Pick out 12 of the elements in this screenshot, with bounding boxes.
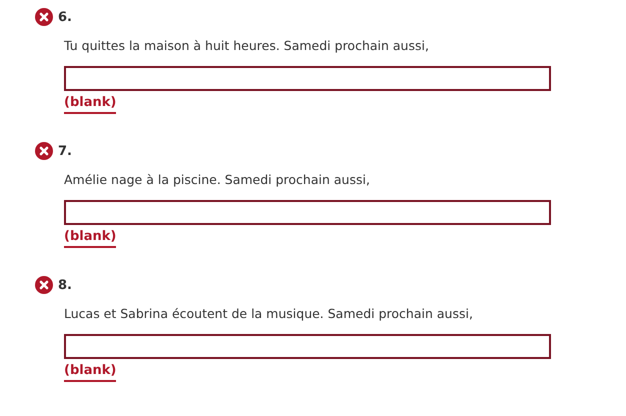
answer-field[interactable] (64, 66, 551, 91)
question-text: Amélie nage à la piscine. Samedi prochain aussi, (64, 171, 371, 189)
answer-feedback: (blank) (64, 95, 116, 114)
question-text: Lucas et Sabrina écoutent de la musique. Samedi prochain aussi, (64, 305, 474, 323)
answer-field[interactable] (64, 200, 551, 225)
answer-feedback: (blank) (64, 229, 116, 248)
question-text: Tu quittes la maison à huit heures. Samedi prochain aussi, (64, 37, 430, 55)
question-number: 6. (58, 10, 72, 24)
answer-field[interactable] (64, 334, 551, 359)
question-number: 7. (58, 144, 72, 158)
answer-feedback: (blank) (64, 363, 116, 382)
question-number: 8. (58, 278, 72, 292)
